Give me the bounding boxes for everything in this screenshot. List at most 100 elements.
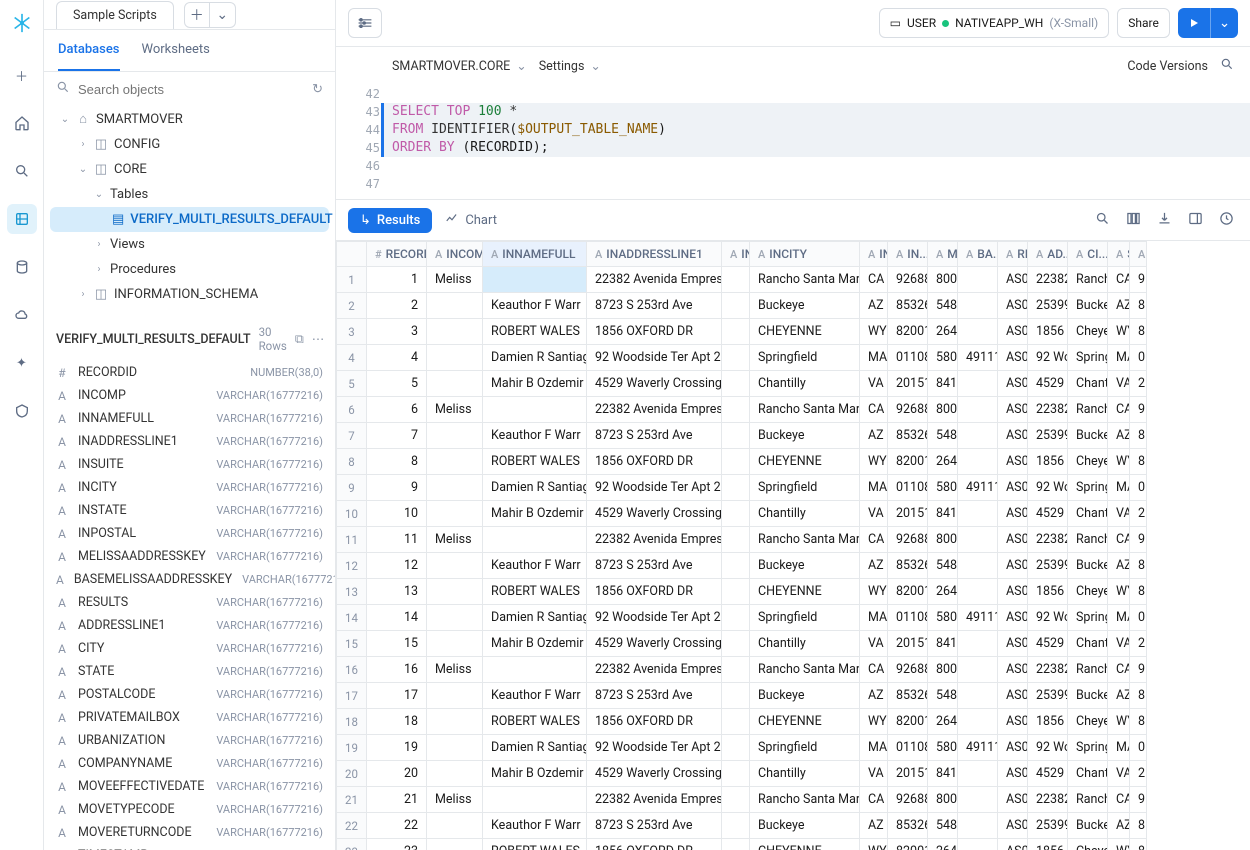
cell[interactable] [722,449,750,475]
cell[interactable]: AS01,C [998,813,1028,839]
cell[interactable]: 20151 [888,631,928,657]
col-header[interactable]: ARE... [998,242,1028,267]
cell[interactable] [958,813,998,839]
cell[interactable]: MA [1108,475,1130,501]
cell[interactable]: Buckey [1068,683,1108,709]
cell[interactable]: WY [860,709,888,735]
cell[interactable]: VA [1108,631,1130,657]
cell[interactable]: Meliss [427,527,483,553]
cell[interactable] [483,397,587,423]
cell[interactable]: 92688 [888,787,928,813]
table-row[interactable]: 1010Mahir B Ozdemir4529 Waverly Crossing… [337,501,1147,527]
cell[interactable]: Rancho [1068,657,1108,683]
cell[interactable]: Springfield [750,735,860,761]
cell[interactable]: AZ [860,683,888,709]
cell[interactable]: 2 [1130,371,1147,397]
cell[interactable]: 85326 [888,813,928,839]
cell[interactable]: MA [1108,345,1130,371]
cell[interactable]: 84131 [928,761,958,787]
cell[interactable]: 2 [1130,501,1147,527]
cell[interactable]: CA [860,527,888,553]
column-row[interactable]: AINSTATEVARCHAR(16777216) [56,499,323,522]
cell[interactable] [483,657,587,683]
cell[interactable]: AZ [860,423,888,449]
cell[interactable]: 21 [367,787,427,813]
cell[interactable]: Spring [1068,735,1108,761]
cell[interactable] [722,787,750,813]
cell[interactable]: 82001 [888,449,928,475]
cell[interactable]: 1856 O [1028,319,1068,345]
cell[interactable]: 1856 OXFORD DR [587,319,722,345]
column-row[interactable]: ABASEMELISSAADDRESSKEYVARCHAR(16777216) [56,568,323,591]
sidebar-toggle[interactable] [348,8,382,38]
cell[interactable]: Meliss [427,397,483,423]
cell[interactable] [958,527,998,553]
procedures-node[interactable]: › Procedures [50,257,329,282]
cell[interactable]: Rancho Santa Margarita [750,527,860,553]
cell[interactable]: 20151 [888,761,928,787]
cell[interactable] [958,319,998,345]
cell[interactable]: Spring [1068,345,1108,371]
cell[interactable] [427,683,483,709]
cell[interactable]: Keauthor F Warr [483,813,587,839]
cell[interactable] [722,293,750,319]
cell[interactable] [427,605,483,631]
cell[interactable] [722,397,750,423]
download-icon[interactable] [1153,207,1176,234]
cell[interactable]: Rancho Santa Margarita [750,397,860,423]
cell[interactable]: AS01,C [998,371,1028,397]
cell[interactable] [958,839,998,850]
cell[interactable]: 58089 [928,345,958,371]
cell[interactable]: Rancho [1068,267,1108,293]
views-node[interactable]: › Views [50,232,329,257]
cell[interactable]: 1856 O [1028,839,1068,850]
cell[interactable]: 1856 O [1028,449,1068,475]
cell[interactable]: 25399 [1028,293,1068,319]
col-header[interactable]: AINNAMEFULL [483,242,587,267]
cell[interactable]: 82001 [888,709,928,735]
cell[interactable]: 4529 Waverly Crossing Ln [587,371,722,397]
column-row[interactable]: AMOVEEFFECTIVEDATEVARCHAR(16777216) [56,775,323,798]
cell[interactable]: AS01,C [998,345,1028,371]
column-row[interactable]: ⏱TIMESTAMPTIMESTAMP_NTZ(9) [56,844,323,850]
cell[interactable]: MA [860,735,888,761]
cell[interactable]: 25399 [1028,813,1068,839]
cell[interactable]: 82001 [888,319,928,345]
cell[interactable]: 92688 [888,657,928,683]
cell[interactable]: 22382 Avenida Empresa [587,787,722,813]
cell[interactable]: 0 [1130,475,1147,501]
rail-home[interactable] [7,108,37,138]
cell[interactable]: 25399 [1028,553,1068,579]
cell[interactable]: AS01,C [998,475,1028,501]
cell[interactable]: 22382 [1028,787,1068,813]
cell[interactable]: Buckey [1068,553,1108,579]
cell[interactable] [722,319,750,345]
table-row[interactable]: 1111Meliss22382 Avenida EmpresaRancho Sa… [337,527,1147,553]
cell[interactable]: 800806 [928,267,958,293]
cell[interactable]: 54871 [928,553,958,579]
column-row[interactable]: AMOVERETURNCODEVARCHAR(16777216) [56,821,323,844]
cell[interactable] [427,735,483,761]
cell[interactable]: WY [1108,319,1130,345]
column-row[interactable]: ASTATEVARCHAR(16777216) [56,660,323,683]
cell[interactable]: Mahir B Ozdemir [483,761,587,787]
cell[interactable]: AS01,C [998,605,1028,631]
copy-icon[interactable]: ⧉ [295,332,304,347]
cell[interactable]: 2 [1130,761,1147,787]
cell[interactable]: 8 [1130,813,1147,839]
cell[interactable]: 01108 [888,605,928,631]
cell[interactable]: 92 Woodside Ter Apt 2L [587,605,722,631]
cell[interactable]: CA [860,787,888,813]
column-row[interactable]: AINSUITEVARCHAR(16777216) [56,453,323,476]
cell[interactable]: 8 [1130,709,1147,735]
cell[interactable]: Mahir B Ozdemir [483,371,587,397]
cell[interactable]: MA [1108,735,1130,761]
cell[interactable]: VA [860,371,888,397]
cell[interactable] [958,579,998,605]
cell[interactable]: 9 [1130,267,1147,293]
column-row[interactable]: ACITYVARCHAR(16777216) [56,637,323,660]
cell[interactable]: Buckeye [750,423,860,449]
cell[interactable]: 20151 [888,501,928,527]
cell[interactable] [483,267,587,293]
cell[interactable] [958,293,998,319]
